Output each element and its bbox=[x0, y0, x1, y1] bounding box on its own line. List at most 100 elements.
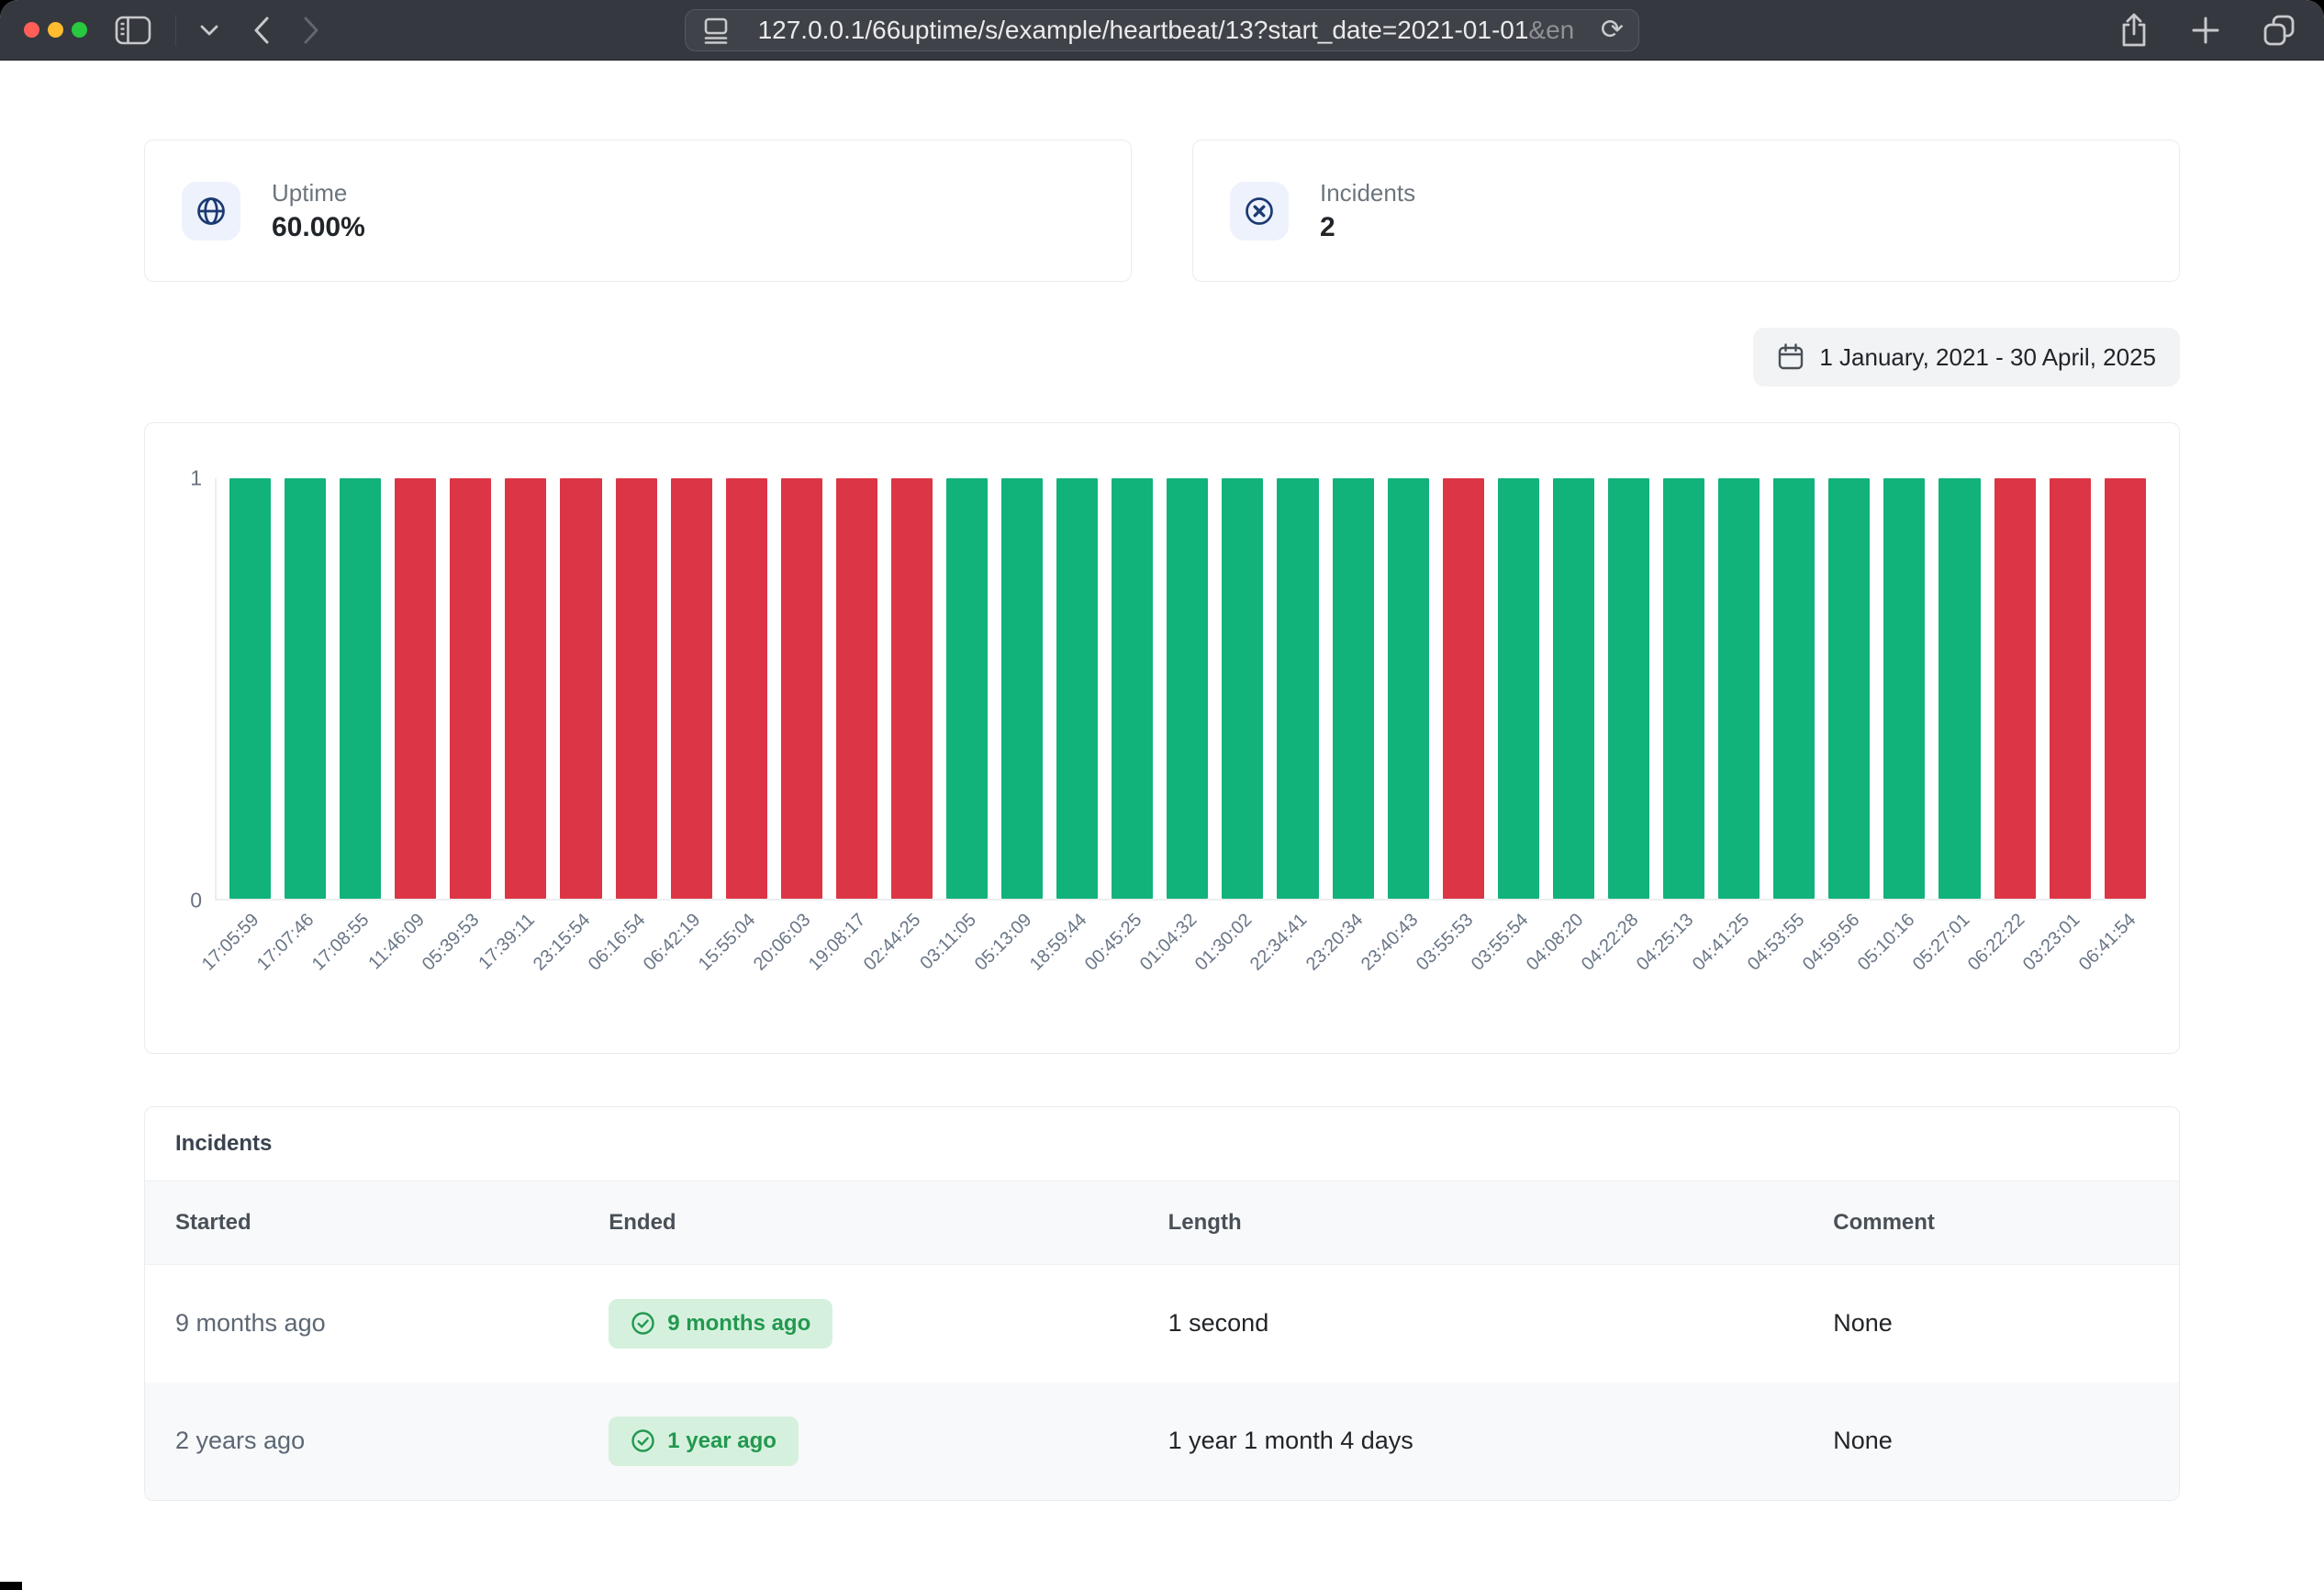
incident-ended-text: 9 months ago bbox=[667, 1311, 810, 1337]
heartbeat-bar[interactable] bbox=[1001, 478, 1043, 899]
tabs-icon bbox=[2262, 13, 2296, 48]
chevron-right-icon bbox=[303, 17, 319, 44]
column-header: Comment bbox=[1833, 1181, 2179, 1265]
chart-x-axis: 17:05:5917:07:4617:08:5511:46:0905:39:53… bbox=[215, 901, 2146, 1020]
incident-ended-text: 1 year ago bbox=[667, 1428, 777, 1454]
heartbeat-bar[interactable] bbox=[1333, 478, 1374, 899]
heartbeat-bar[interactable] bbox=[1608, 478, 1649, 899]
column-header: Ended bbox=[609, 1181, 1168, 1265]
reload-button[interactable]: ⟳ bbox=[1601, 17, 1624, 44]
check-circle-icon bbox=[631, 1311, 655, 1336]
heartbeat-chart-card: 1 0 17:05:5917:07:4617:08:5511:46:0905:3… bbox=[144, 422, 2180, 1054]
heartbeat-bar[interactable] bbox=[1553, 478, 1594, 899]
heartbeat-bar[interactable] bbox=[1222, 478, 1263, 899]
circle-x-icon bbox=[1243, 195, 1276, 228]
heartbeat-bar[interactable] bbox=[1828, 478, 1870, 899]
stat-value: 2 bbox=[1320, 212, 1415, 243]
browser-titlebar: 127.0.0.1/66uptime/s/example/heartbeat/1… bbox=[0, 0, 2324, 61]
incident-row: 9 months ago 9 months ago1 secondNone bbox=[145, 1265, 2179, 1383]
heartbeat-bar[interactable] bbox=[1883, 478, 1925, 899]
heartbeat-bar[interactable] bbox=[1388, 478, 1429, 899]
sidebar-icon bbox=[115, 16, 151, 45]
table-header-row: StartedEndedLengthComment bbox=[145, 1181, 2179, 1265]
heartbeat-bar[interactable] bbox=[946, 478, 988, 899]
back-button[interactable] bbox=[253, 17, 270, 44]
forward-button[interactable] bbox=[303, 17, 319, 44]
zoom-window-button[interactable] bbox=[72, 22, 87, 38]
incidents-iconbox bbox=[1230, 182, 1289, 241]
chevron-left-icon bbox=[253, 17, 270, 44]
page-content: Uptime 60.00% Incidents 2 bbox=[0, 61, 2324, 1590]
heartbeat-bar[interactable] bbox=[671, 478, 712, 899]
uptime-iconbox bbox=[182, 182, 240, 241]
heartbeat-bar[interactable] bbox=[836, 478, 877, 899]
close-window-button[interactable] bbox=[24, 22, 39, 38]
heartbeat-bar[interactable] bbox=[1994, 478, 2036, 899]
screen-artifact bbox=[0, 1582, 22, 1590]
browser-window: 127.0.0.1/66uptime/s/example/heartbeat/1… bbox=[0, 0, 2324, 1590]
heartbeat-bar[interactable] bbox=[450, 478, 491, 899]
tab-overview-button[interactable] bbox=[2262, 13, 2296, 48]
plus-icon bbox=[2190, 15, 2221, 46]
heartbeat-bar[interactable] bbox=[1277, 478, 1318, 899]
heartbeat-bar[interactable] bbox=[891, 478, 933, 899]
heartbeat-bar[interactable] bbox=[505, 478, 546, 899]
heartbeat-bar[interactable] bbox=[1498, 478, 1539, 899]
chart-y-axis: 1 0 bbox=[167, 478, 215, 1025]
y-tick-1: 1 bbox=[190, 466, 202, 491]
url-text: 127.0.0.1/66uptime/s/example/heartbeat/1… bbox=[732, 16, 1601, 45]
share-button[interactable] bbox=[2118, 12, 2150, 49]
date-range-picker[interactable]: 1 January, 2021 - 30 April, 2025 bbox=[1753, 328, 2180, 386]
heartbeat-bar[interactable] bbox=[1056, 478, 1098, 899]
new-tab-button[interactable] bbox=[2190, 15, 2221, 46]
sidebar-chevron-button[interactable] bbox=[200, 25, 218, 36]
stat-label: Uptime bbox=[272, 178, 365, 208]
heartbeat-bar[interactable] bbox=[1663, 478, 1704, 899]
heartbeat-bar[interactable] bbox=[2105, 478, 2146, 899]
incident-comment: None bbox=[1833, 1265, 2179, 1383]
address-bar[interactable]: 127.0.0.1/66uptime/s/example/heartbeat/1… bbox=[685, 9, 1639, 51]
heartbeat-bar[interactable] bbox=[616, 478, 657, 899]
incident-ended-badge: 1 year ago bbox=[609, 1416, 799, 1466]
column-header: Length bbox=[1168, 1181, 1834, 1265]
traffic-lights bbox=[24, 22, 87, 38]
heartbeat-bar[interactable] bbox=[781, 478, 822, 899]
calendar-icon bbox=[1777, 342, 1804, 372]
heartbeat-bar[interactable] bbox=[1443, 478, 1484, 899]
heartbeat-bar[interactable] bbox=[285, 478, 326, 899]
heartbeat-bar[interactable] bbox=[229, 478, 271, 899]
heartbeat-bar[interactable] bbox=[1112, 478, 1153, 899]
stat-label: Incidents bbox=[1320, 178, 1415, 208]
incident-comment: None bbox=[1833, 1383, 2179, 1500]
stat-value: 60.00% bbox=[272, 212, 365, 243]
globe-icon bbox=[195, 195, 228, 228]
heartbeat-bar[interactable] bbox=[1718, 478, 1760, 899]
incident-row: 2 years ago 1 year ago 1 year 1 month 4 d… bbox=[145, 1383, 2179, 1500]
column-header: Started bbox=[145, 1181, 609, 1265]
page-settings-icon bbox=[700, 14, 732, 47]
incident-length: 1 year 1 month 4 days bbox=[1168, 1383, 1834, 1500]
sidebar-toggle-button[interactable] bbox=[115, 16, 151, 45]
y-tick-0: 0 bbox=[190, 889, 202, 913]
share-icon bbox=[2118, 12, 2150, 49]
incidents-table: StartedEndedLengthComment 9 months ago 9… bbox=[145, 1181, 2179, 1500]
x-tick-cell: 06:41:54 bbox=[2105, 901, 2146, 1020]
incident-ended-badge: 9 months ago bbox=[609, 1299, 832, 1349]
incident-started: 2 years ago bbox=[145, 1383, 609, 1500]
heartbeat-bar[interactable] bbox=[1939, 478, 1980, 899]
heartbeat-bar[interactable] bbox=[2050, 478, 2091, 899]
minimize-window-button[interactable] bbox=[48, 22, 63, 38]
incidents-card: Incidents StartedEndedLengthComment 9 mo… bbox=[144, 1106, 2180, 1501]
incident-ended-cell: 1 year ago bbox=[609, 1383, 1168, 1500]
incidents-title: Incidents bbox=[145, 1107, 2179, 1181]
heartbeat-bar[interactable] bbox=[726, 478, 767, 899]
chevron-down-icon bbox=[200, 25, 218, 36]
heartbeat-bar[interactable] bbox=[1167, 478, 1208, 899]
heartbeat-bar[interactable] bbox=[340, 478, 381, 899]
incident-ended-cell: 9 months ago bbox=[609, 1265, 1168, 1383]
check-circle-icon bbox=[631, 1428, 655, 1453]
heartbeat-bar[interactable] bbox=[1773, 478, 1815, 899]
heartbeat-bar[interactable] bbox=[560, 478, 601, 899]
toolbar-divider bbox=[175, 15, 176, 46]
heartbeat-bar[interactable] bbox=[395, 478, 436, 899]
